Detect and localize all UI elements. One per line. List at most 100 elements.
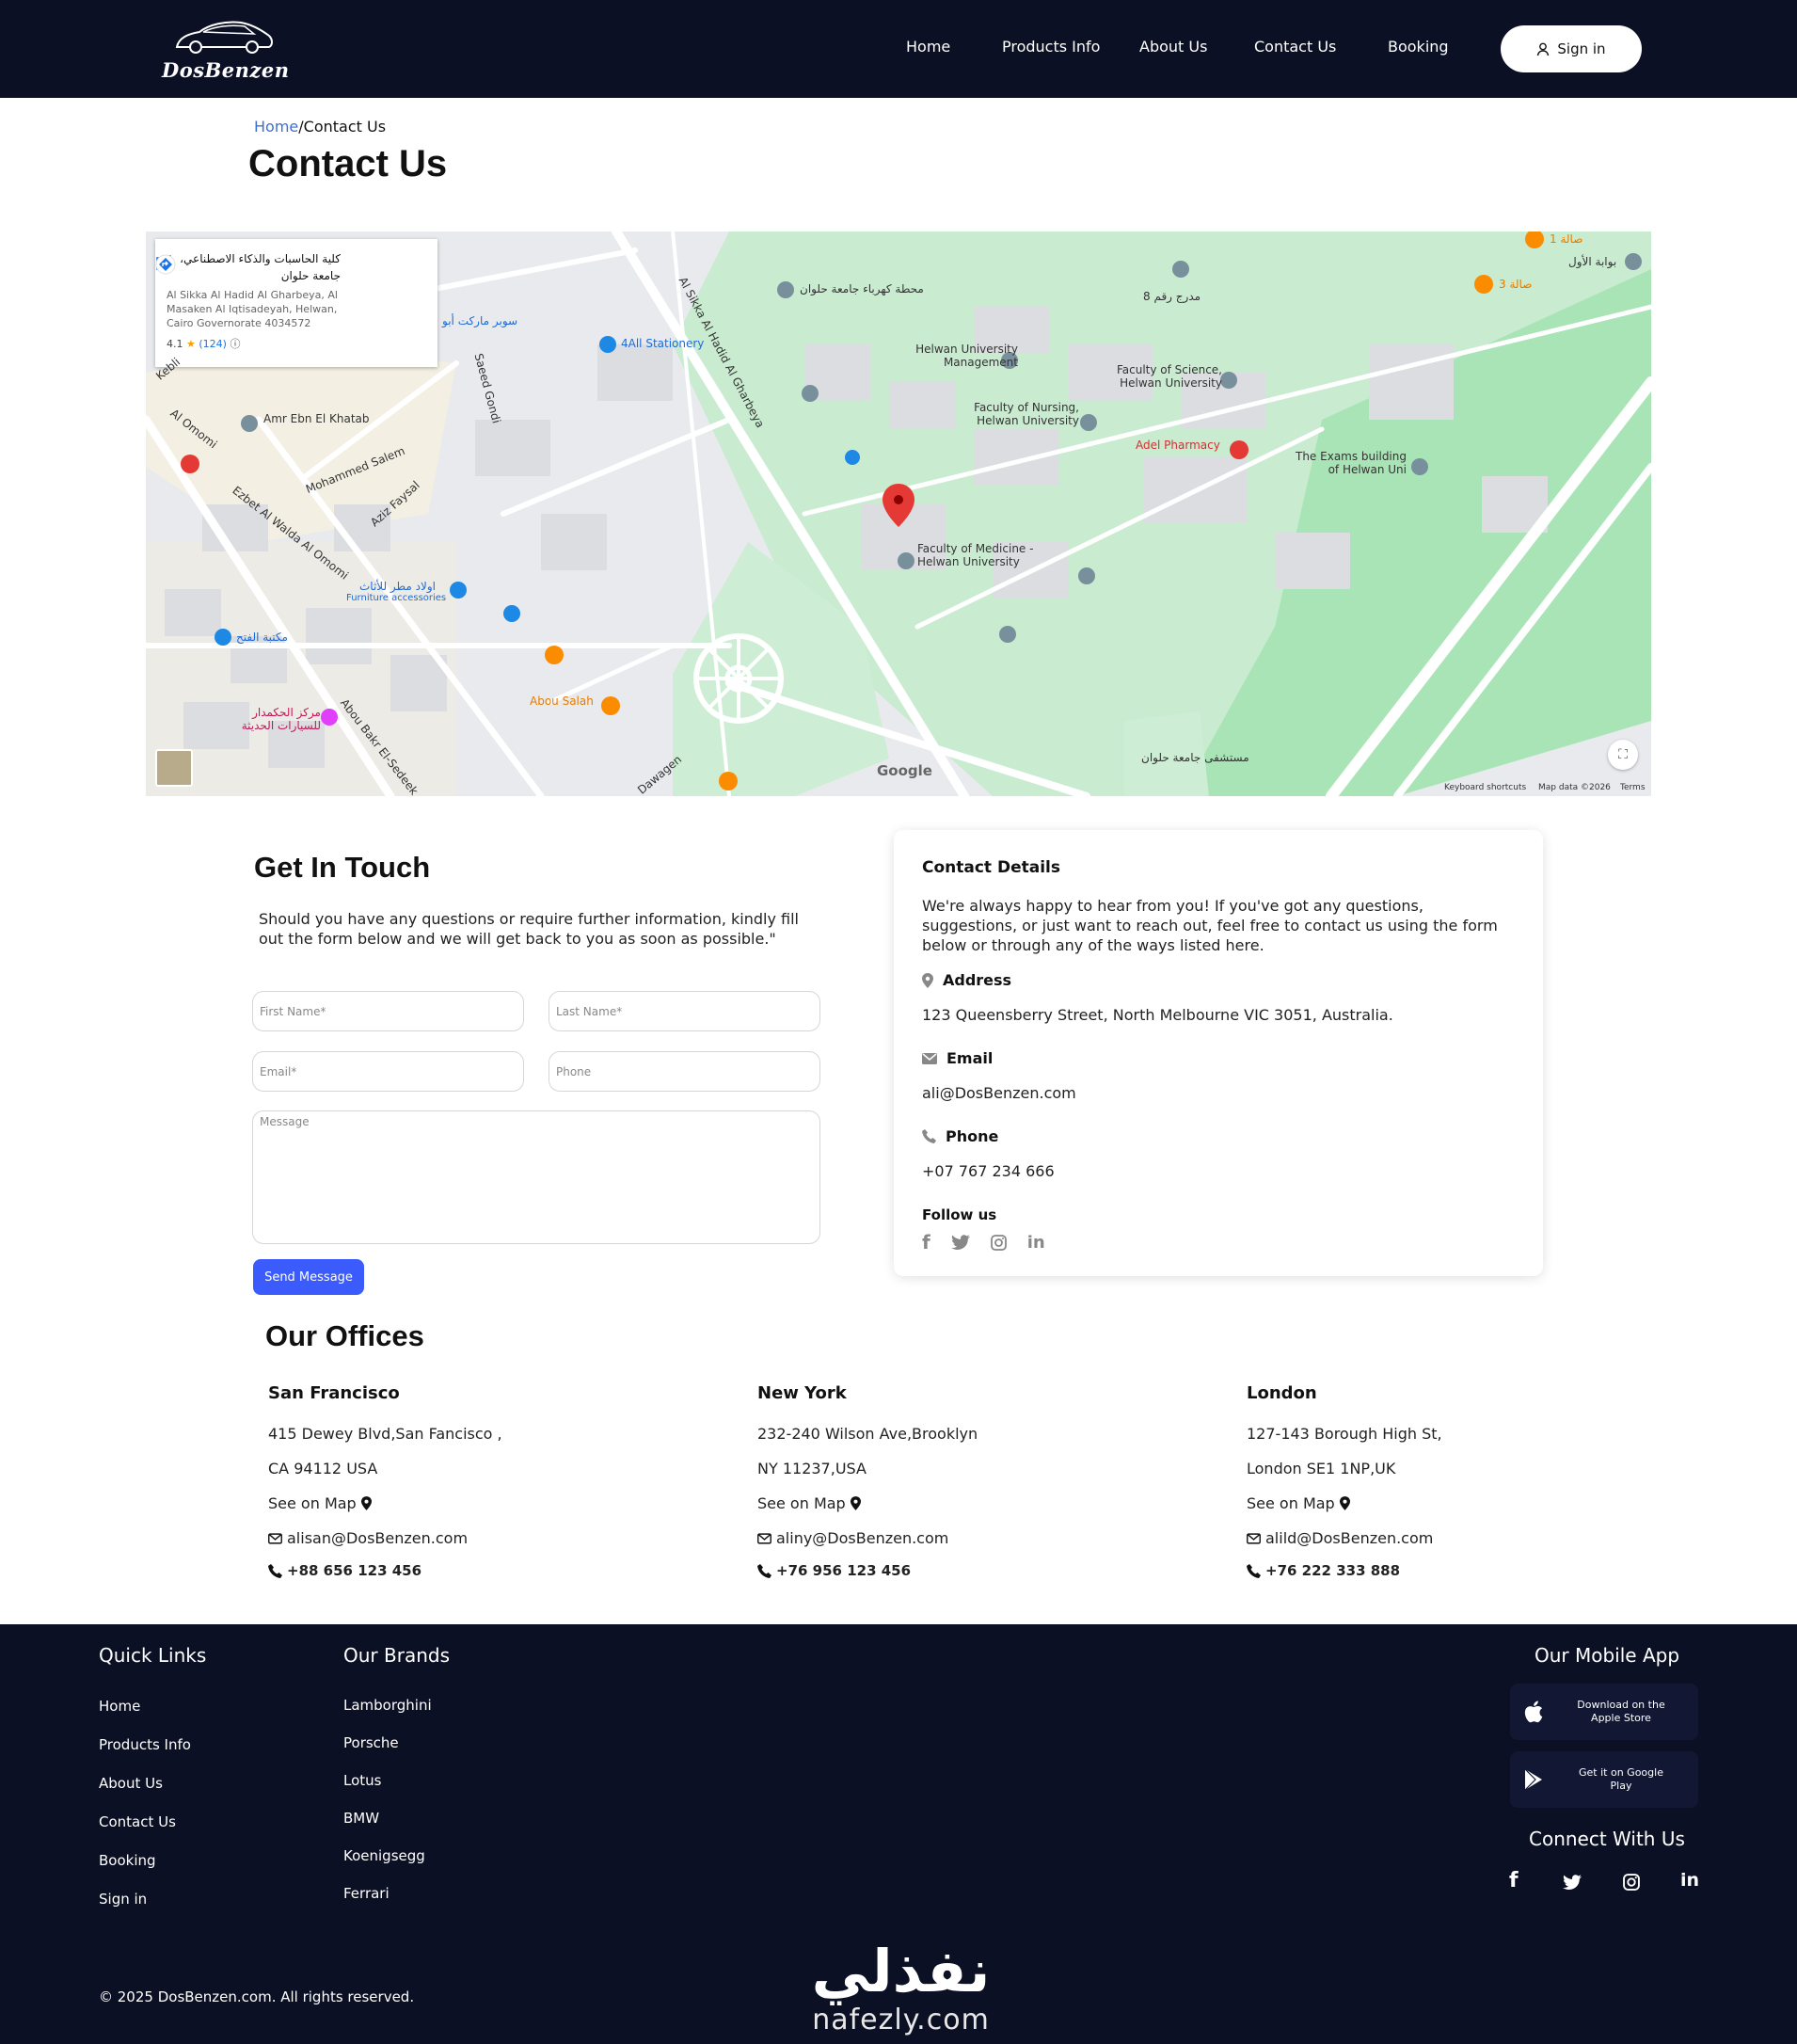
footer-link-home[interactable]: Home <box>99 1698 140 1715</box>
office-address-line1: 415 Dewey Blvd,San Fancisco , <box>268 1425 502 1443</box>
map-pin-icon <box>360 1496 372 1510</box>
star-icon: ★ <box>186 338 196 350</box>
twitter-icon[interactable] <box>950 1235 970 1250</box>
google-play-button[interactable]: Get it on Google Play <box>1510 1751 1698 1808</box>
our-brands-title: Our Brands <box>343 1644 450 1667</box>
sign-in-button[interactable]: Sign in <box>1501 25 1642 72</box>
office-phone[interactable]: +76 222 333 888 <box>1247 1562 1400 1579</box>
google-logo: Google <box>877 762 932 779</box>
follow-us-label: Follow us <box>922 1206 997 1223</box>
map-pin-icon <box>1339 1496 1350 1510</box>
nav-about-us[interactable]: About Us <box>1139 38 1207 56</box>
see-on-map-link[interactable]: See on Map <box>757 1494 861 1512</box>
office-email-text: aliny@DosBenzen.com <box>776 1529 949 1547</box>
envelope-icon <box>922 1052 937 1064</box>
brand-link-koenigsegg[interactable]: Koenigsegg <box>343 1847 425 1864</box>
map-keyboard-shortcuts[interactable]: Keyboard shortcuts <box>1444 783 1526 792</box>
copyright: © 2025 DosBenzen.com. All rights reserve… <box>99 1988 415 2005</box>
email-heading: Email <box>922 1049 993 1067</box>
see-on-map-link[interactable]: See on Map <box>268 1494 372 1512</box>
map-label: محطة كهرباء جامعة حلوان <box>800 282 924 295</box>
office-phone[interactable]: +76 956 123 456 <box>757 1562 911 1579</box>
email-value[interactable]: ali@DosBenzen.com <box>922 1084 1076 1102</box>
footer-link-contact-us[interactable]: Contact Us <box>99 1813 176 1830</box>
breadcrumb-home[interactable]: Home <box>254 118 298 136</box>
location-pin-icon <box>922 972 933 988</box>
contact-details-intro: We're always happy to hear from you! If … <box>922 897 1498 954</box>
brand-logo[interactable]: DosBenzen <box>160 15 292 85</box>
nav-home[interactable]: Home <box>906 38 950 56</box>
facebook-icon[interactable]: f <box>922 1231 930 1254</box>
top-navbar: DosBenzen Home Products Info About Us Co… <box>0 0 1797 98</box>
phone-icon <box>922 1129 936 1143</box>
get-in-touch-title: Get In Touch <box>254 851 431 884</box>
map-rating: 4.1 ★ (124) ⓘ <box>167 336 426 351</box>
footer-link-booking[interactable]: Booking <box>99 1852 156 1869</box>
brand-link-lamborghini[interactable]: Lamborghini <box>343 1697 432 1714</box>
map-place-card[interactable]: كلية الحاسبات والذكاء الاصطناعي، جامعة ح… <box>155 239 437 367</box>
address-label: Address <box>943 971 1012 989</box>
map-label: 4All Stationery <box>621 337 705 350</box>
phone-heading: Phone <box>922 1127 998 1145</box>
office-city: New York <box>757 1383 847 1403</box>
office-phone[interactable]: +88 656 123 456 <box>268 1562 421 1579</box>
facebook-icon[interactable]: f <box>1509 1869 1519 1892</box>
office-address-line2: CA 94112 USA <box>268 1460 378 1477</box>
embedded-map[interactable]: كلية الحاسبات والذكاء الاصطناعي، جامعة ح… <box>146 232 1651 796</box>
get-in-touch-description: Should you have any questions or require… <box>259 910 799 948</box>
map-label: The Exams building of Helwan Uni <box>1296 450 1407 476</box>
phone-icon <box>757 1563 771 1578</box>
linkedin-icon[interactable]: in <box>1680 1870 1699 1891</box>
phone-icon <box>268 1563 282 1578</box>
office-new-york: New York 232-240 Wilson Ave,Brooklyn NY … <box>757 1383 1134 1579</box>
office-city: London <box>1247 1383 1317 1403</box>
map-label: مدرج رقم 8 <box>1143 290 1201 303</box>
contact-details-card: Contact Details We're always happy to he… <box>894 830 1543 1276</box>
directions-icon[interactable] <box>155 254 176 275</box>
linkedin-icon[interactable]: in <box>1027 1233 1045 1253</box>
phone-icon <box>1247 1563 1261 1578</box>
car-logo-icon <box>175 21 273 54</box>
office-city: San Francisco <box>268 1383 400 1403</box>
brand-link-lotus[interactable]: Lotus <box>343 1772 381 1789</box>
office-email[interactable]: aliny@DosBenzen.com <box>757 1529 948 1547</box>
email-field[interactable]: Email* <box>252 1051 524 1092</box>
twitter-icon[interactable] <box>1563 1875 1582 1890</box>
map-rating-value: 4.1 <box>167 338 183 350</box>
user-icon <box>1537 42 1550 56</box>
map-layer-toggle[interactable] <box>155 749 193 787</box>
map-label: مركز الحكمدار للسيارات الحديثة <box>241 706 321 732</box>
connect-with-us-title: Connect With Us <box>1529 1828 1685 1850</box>
see-on-map-label: See on Map <box>1247 1494 1335 1512</box>
office-email[interactable]: alisan@DosBenzen.com <box>268 1529 468 1547</box>
nav-products-info[interactable]: Products Info <box>1002 38 1100 56</box>
info-icon: ⓘ <box>230 338 241 350</box>
brand-link-porsche[interactable]: Porsche <box>343 1734 399 1751</box>
address-heading: Address <box>922 971 1011 989</box>
message-field[interactable]: Message <box>252 1110 820 1244</box>
nav-contact-us[interactable]: Contact Us <box>1254 38 1336 56</box>
see-on-map-label: See on Map <box>757 1494 846 1512</box>
first-name-field[interactable]: First Name* <box>252 991 524 1031</box>
quick-links-title: Quick Links <box>99 1644 207 1667</box>
brand-link-ferrari[interactable]: Ferrari <box>343 1885 390 1902</box>
office-email[interactable]: alild@DosBenzen.com <box>1247 1529 1433 1547</box>
footer-link-products-info[interactable]: Products Info <box>99 1736 191 1753</box>
apple-store-button[interactable]: Download on the Apple Store <box>1510 1684 1698 1740</box>
phone-value[interactable]: +07 767 234 666 <box>922 1162 1055 1180</box>
map-terms-link[interactable]: Terms <box>1620 783 1646 792</box>
phone-field[interactable]: Phone <box>549 1051 820 1092</box>
map-reviews-link[interactable]: (124) <box>199 338 227 350</box>
footer-link-about-us[interactable]: About Us <box>99 1775 163 1792</box>
office-address-line1: 127-143 Borough High St, <box>1247 1425 1442 1443</box>
instagram-icon[interactable] <box>1623 1874 1640 1891</box>
send-message-button[interactable]: Send Message <box>253 1259 364 1295</box>
last-name-field[interactable]: Last Name* <box>549 991 820 1031</box>
brand-link-bmw[interactable]: BMW <box>343 1810 379 1827</box>
nav-booking[interactable]: Booking <box>1388 38 1449 56</box>
see-on-map-link[interactable]: See on Map <box>1247 1494 1350 1512</box>
footer-link-sign-in[interactable]: Sign in <box>99 1891 147 1908</box>
instagram-icon[interactable] <box>990 1234 1007 1251</box>
fullscreen-icon[interactable]: ⛶ <box>1608 740 1638 770</box>
google-play-line1: Get it on Google <box>1579 1766 1663 1779</box>
